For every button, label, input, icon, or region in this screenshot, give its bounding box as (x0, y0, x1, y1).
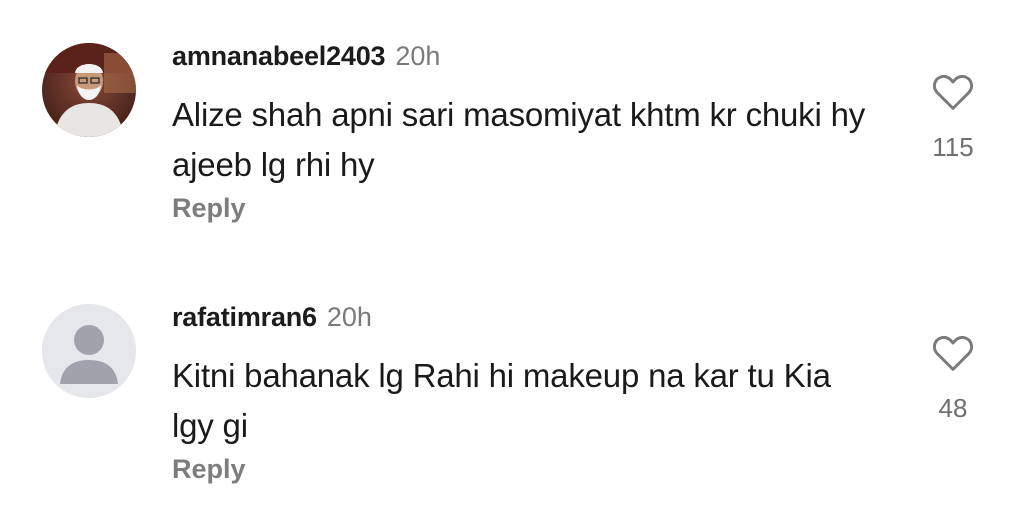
like-area: 48 (920, 333, 986, 424)
default-person-icon (42, 304, 136, 398)
username[interactable]: amnanabeel2403 (172, 41, 386, 71)
like-count: 115 (932, 132, 974, 162)
reply-button[interactable]: Reply (172, 193, 246, 224)
avatar[interactable] (42, 43, 136, 137)
comment-item: amnanabeel2403 20h Alize shah apni sari m… (0, 0, 1024, 257)
comment-text: Kitni bahanak lg Rahi hi makeup na kar t… (172, 357, 831, 444)
comment-text: Alize shah apni sari masomiyat khtm kr c… (172, 96, 866, 183)
heart-icon[interactable] (931, 72, 975, 112)
heart-icon[interactable] (931, 333, 975, 373)
comment-meta: rafatimran6 20h (172, 301, 372, 333)
like-count: 48 (938, 393, 968, 423)
comment-meta: amnanabeel2403 20h (172, 40, 440, 72)
timestamp: 20h (326, 302, 372, 332)
like-area: 115 (920, 72, 986, 163)
timestamp: 20h (395, 41, 441, 71)
reply-button[interactable]: Reply (172, 454, 246, 485)
username[interactable]: rafatimran6 (172, 302, 317, 332)
avatar[interactable] (42, 304, 136, 398)
avatar-photo (42, 43, 136, 137)
comment-item: rafatimran6 20h Kitni bahanak lg Rahi hi … (0, 261, 1024, 518)
